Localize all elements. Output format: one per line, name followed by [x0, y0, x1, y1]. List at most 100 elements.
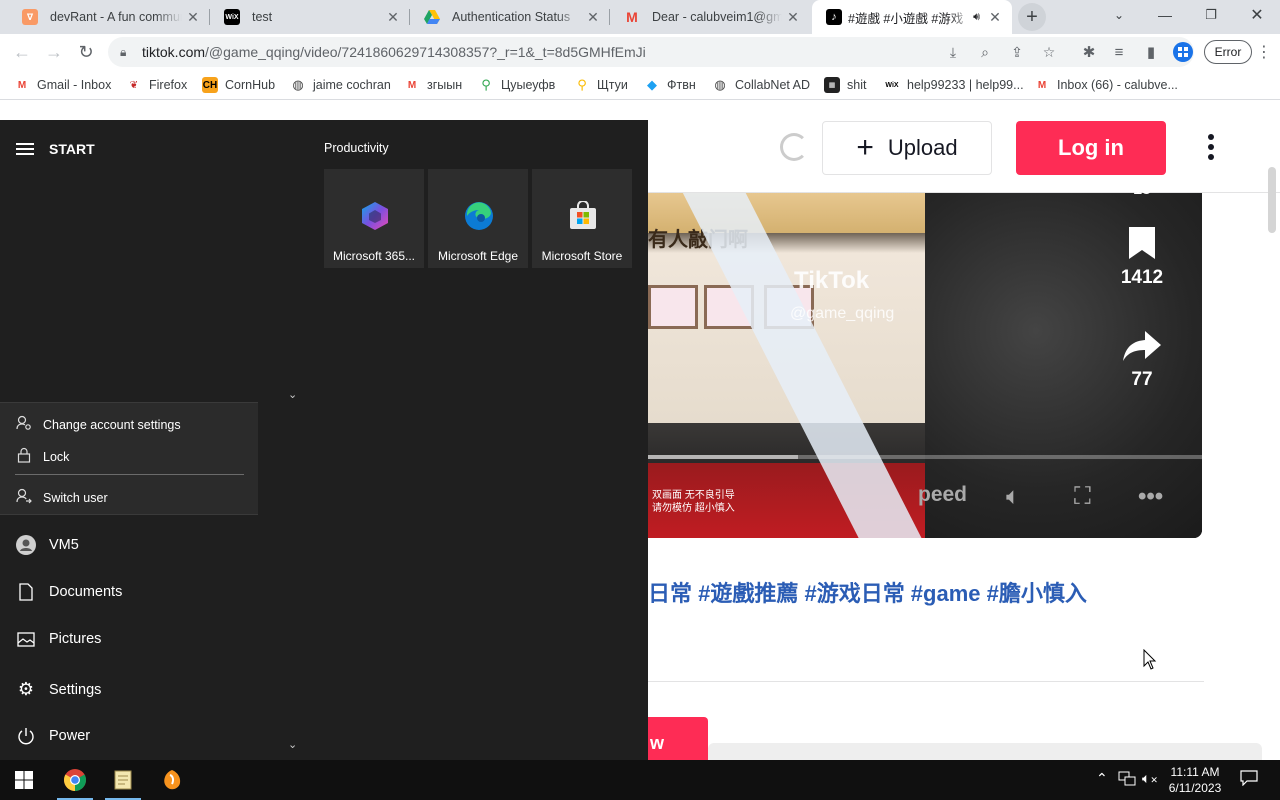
- bookmark-shit[interactable]: ▦ shit: [824, 75, 866, 95]
- bookmark-jaime-cochran[interactable]: ◍ jaime cochran: [290, 75, 391, 95]
- volume-muted-icon[interactable]: 🔈︎✕: [1142, 770, 1158, 787]
- tile-microsoft-365[interactable]: Microsoft 365...: [324, 169, 424, 268]
- lock-item[interactable]: Lock: [15, 447, 69, 466]
- side-panel-icon[interactable]: ▮: [1140, 41, 1162, 63]
- volume-icon[interactable]: 🔈︎: [1006, 483, 1020, 511]
- bookmark-shtui[interactable]: ⚲ Щтуи: [574, 75, 628, 95]
- start-menu-header[interactable]: START: [16, 140, 95, 158]
- tab-search-icon[interactable]: ⌄: [1096, 0, 1142, 30]
- bookmark-label: Фтвн: [667, 78, 696, 92]
- tab-tiktok[interactable]: ♪ #遊戲 #小遊戲 #游戏 🔊︎ ✕: [812, 0, 1012, 34]
- speed-button[interactable]: peed: [918, 483, 967, 507]
- profile-avatar-icon[interactable]: [1172, 41, 1194, 63]
- notifications-icon[interactable]: [1240, 770, 1258, 789]
- more-options-icon[interactable]: [1200, 131, 1222, 165]
- install-icon[interactable]: ⤓: [942, 41, 964, 63]
- rail-user-vm5[interactable]: VM5: [16, 535, 79, 555]
- taskbar-fl-studio[interactable]: [148, 760, 196, 800]
- rail-power[interactable]: Power: [16, 727, 90, 745]
- caption-line: 请勿模仿 超小慎入: [652, 503, 735, 514]
- login-button[interactable]: Log in: [1016, 121, 1166, 175]
- minimize-button[interactable]: —: [1142, 0, 1188, 30]
- close-tab-icon[interactable]: ✕: [984, 9, 1006, 26]
- forward-arrow-icon[interactable]: →: [40, 38, 68, 66]
- tab-devrant[interactable]: ∇ devRant - A fun community ✕: [8, 0, 210, 34]
- bookmark-gmail-inbox[interactable]: M Gmail - Inbox: [14, 75, 112, 95]
- bookmark-zgyyn[interactable]: Mзгыын: [404, 75, 462, 95]
- share-icon[interactable]: ⇪: [1006, 41, 1028, 63]
- video-handle: @game_qqing: [790, 305, 895, 322]
- extensions-icon[interactable]: ✱: [1078, 41, 1100, 63]
- tab-title: Authentication Status: [452, 10, 571, 24]
- network-icon[interactable]: [1118, 770, 1136, 789]
- restore-button[interactable]: ❐: [1188, 0, 1234, 30]
- video-more-icon[interactable]: •••: [1138, 483, 1163, 511]
- video-hashtags[interactable]: 日常 #遊戲推薦 #游戏日常 #game #膽小慎入: [648, 576, 1087, 608]
- audio-playing-icon[interactable]: 🔊︎: [973, 11, 980, 24]
- bookmark-label: help99233 | help99...: [907, 78, 1024, 92]
- tile-microsoft-store[interactable]: Microsoft Store: [532, 169, 632, 268]
- tab-test[interactable]: WiX test ✕: [210, 0, 410, 34]
- tab-title: Dear - calubveim1@gmail: [652, 10, 782, 24]
- taskbar: ⌃ 🔈︎✕ 11:11 AM 6/11/2023: [0, 760, 1280, 800]
- rail-documents[interactable]: Documents: [16, 583, 122, 601]
- bookmark-action[interactable]: 1412: [1100, 225, 1184, 289]
- close-tab-icon[interactable]: ✕: [582, 9, 604, 26]
- follow-button-label: w: [650, 733, 665, 753]
- back-arrow-icon[interactable]: ←: [8, 38, 36, 66]
- tile-microsoft-edge[interactable]: Microsoft Edge: [428, 169, 528, 268]
- page-scrollbar[interactable]: [1268, 167, 1276, 233]
- loading-spinner-icon: [780, 133, 808, 161]
- share-action[interactable]: 77: [1100, 329, 1184, 391]
- mouse-cursor-icon: [1143, 649, 1157, 670]
- google-drive-icon: [424, 9, 440, 25]
- fullscreen-icon[interactable]: ⛶: [1074, 483, 1091, 511]
- bookmark-label: Gmail - Inbox: [37, 78, 112, 92]
- tab-gmail-dear[interactable]: M Dear - calubveim1@gmail ✕: [610, 0, 810, 34]
- close-tab-icon[interactable]: ✕: [182, 9, 204, 26]
- lock-icon: [15, 447, 33, 466]
- bookmark-star-icon[interactable]: ☆: [1038, 41, 1060, 63]
- tab-authentication-status[interactable]: Authentication Status ✕: [410, 0, 610, 34]
- close-window-button[interactable]: ✕: [1234, 0, 1280, 30]
- close-tab-icon[interactable]: ✕: [382, 9, 404, 26]
- lock-icon[interactable]: 🔒︎: [120, 45, 136, 60]
- bookmark-ftvn[interactable]: ◆ Фтвн: [644, 75, 696, 95]
- bookmark-label: згыын: [427, 78, 463, 92]
- tiktok-watermark: TikTok: [794, 267, 870, 294]
- reload-icon[interactable]: ↻: [72, 38, 100, 66]
- bookmark-collabnet-ad[interactable]: ◍ CollabNet AD: [712, 75, 810, 95]
- chevron-down-icon[interactable]: ⌄: [288, 738, 297, 751]
- taskbar-chrome[interactable]: [51, 760, 99, 800]
- bookmark-inbox-66[interactable]: M Inbox (66) - calubve...: [1034, 75, 1178, 95]
- follow-button[interactable]: w: [648, 717, 708, 760]
- diamond-icon: ◆: [647, 77, 657, 92]
- edge-icon: [465, 202, 493, 230]
- rail-pictures[interactable]: Pictures: [16, 631, 101, 647]
- bookmark-cornhub[interactable]: CH CornHub: [202, 75, 275, 95]
- chevron-up-icon[interactable]: ⌃: [1096, 770, 1108, 787]
- bookmark-help99233[interactable]: WiX help99233 | help99...: [884, 75, 1024, 95]
- upload-button[interactable]: + Upload: [822, 121, 992, 175]
- error-button[interactable]: Error: [1204, 40, 1252, 64]
- chevron-down-icon[interactable]: ⌄: [288, 388, 297, 401]
- system-clock[interactable]: 11:11 AM 6/11/2023: [1160, 764, 1230, 796]
- bookmark-firefox[interactable]: ❦ Firefox: [126, 75, 187, 95]
- rail-settings[interactable]: ⚙ Settings: [16, 679, 101, 700]
- new-tab-button[interactable]: +: [1018, 3, 1046, 31]
- address-bar[interactable]: 🔒︎ tiktok.com/@game_qqing/video/72418606…: [108, 37, 1194, 67]
- change-account-settings-item[interactable]: Change account settings: [15, 415, 181, 434]
- chrome-menu-icon[interactable]: ⋮: [1256, 42, 1272, 64]
- taskbar-notepad-app[interactable]: [99, 760, 147, 800]
- likes-count: 15: [1133, 181, 1151, 198]
- media-control-icon[interactable]: ≡: [1108, 41, 1130, 63]
- zoom-icon[interactable]: ⌕: [974, 41, 996, 63]
- video-progress-bar[interactable]: [648, 455, 1202, 459]
- close-tab-icon[interactable]: ✕: [782, 9, 804, 26]
- comments-panel: [708, 743, 1262, 760]
- windows-start-button[interactable]: [0, 760, 48, 800]
- hamburger-icon[interactable]: [16, 140, 34, 158]
- bookmark-tsuyeufv[interactable]: ⚲ Цуыеуфв: [478, 75, 555, 95]
- switch-user-item[interactable]: Switch user: [15, 488, 108, 507]
- bookmark-label: Щтуи: [597, 78, 628, 92]
